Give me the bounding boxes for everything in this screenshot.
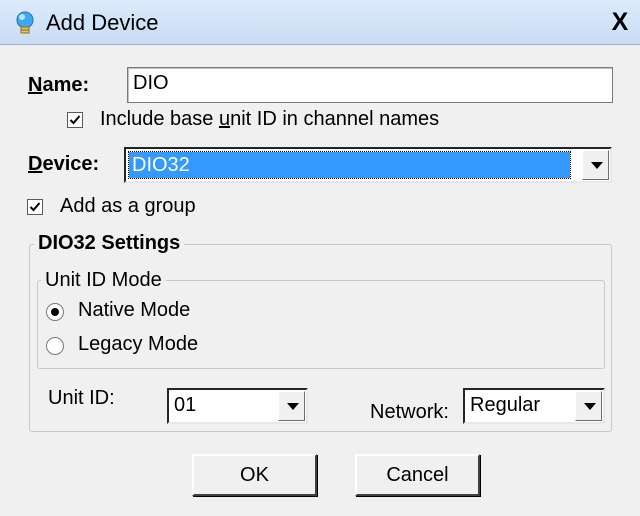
include-base-unit-checkbox[interactable] <box>67 112 83 128</box>
radio-selected-dot <box>51 308 59 316</box>
chevron-down-icon[interactable] <box>278 391 305 421</box>
legacy-mode-label[interactable]: Legacy Mode <box>78 333 198 356</box>
add-as-group-checkbox[interactable] <box>27 199 43 215</box>
window-title: Add Device <box>46 10 159 35</box>
native-mode-radio[interactable] <box>46 303 64 321</box>
add-as-group-label[interactable]: Add as a group <box>60 195 196 218</box>
unit-id-dropdown[interactable]: 01 <box>167 388 308 424</box>
include-base-unit-label-pre: Include base <box>100 108 219 130</box>
unit-id-value: 01 <box>174 394 197 416</box>
title-bar: Add Device X <box>0 0 640 45</box>
device-dropdown-value: DIO32 <box>128 151 571 179</box>
chevron-down-icon[interactable] <box>575 391 602 421</box>
add-as-group-label-accel: g <box>144 195 156 217</box>
device-label-rest: evice: <box>42 153 100 175</box>
unit-id-mode-group: Unit ID Mode Native Mode Legacy Mode <box>37 269 605 369</box>
name-label-accel: N <box>28 74 43 96</box>
checkmark-icon <box>69 115 81 125</box>
native-mode-label[interactable]: Native Mode <box>78 299 190 322</box>
name-label: Name: <box>28 74 89 97</box>
network-dropdown[interactable]: Regular <box>463 388 605 424</box>
include-base-unit-label-accel: u <box>218 108 231 130</box>
close-button[interactable]: X <box>606 9 634 35</box>
add-as-group-label-pre: Add as a <box>60 195 145 217</box>
chevron-down-icon[interactable] <box>582 150 609 180</box>
name-input[interactable]: DIO <box>127 67 613 103</box>
include-base-unit-label[interactable]: Include base unit ID in channel names <box>100 108 439 131</box>
network-value: Regular <box>470 394 541 416</box>
device-label: Device: <box>28 153 99 176</box>
device-label-accel: D <box>28 153 43 175</box>
ok-button[interactable]: OK <box>192 454 317 496</box>
network-label: Network: <box>370 401 449 423</box>
lightbulb-icon <box>16 11 34 34</box>
include-base-unit-label-post: nit ID in channel names <box>230 108 440 130</box>
legacy-mode-radio[interactable] <box>46 337 64 355</box>
name-label-rest: ame: <box>42 74 90 96</box>
cancel-button[interactable]: Cancel <box>355 454 480 496</box>
add-as-group-label-post: roup <box>155 195 196 217</box>
unit-id-mode-title: Unit ID Mode <box>41 269 166 292</box>
unit-id-label: Unit ID: <box>48 387 115 409</box>
settings-group: DIO32 Settings Unit ID Mode Native Mode … <box>29 232 612 432</box>
device-dropdown[interactable]: DIO32 <box>124 147 612 183</box>
checkmark-icon <box>29 202 41 212</box>
settings-group-title: DIO32 Settings <box>34 232 185 255</box>
